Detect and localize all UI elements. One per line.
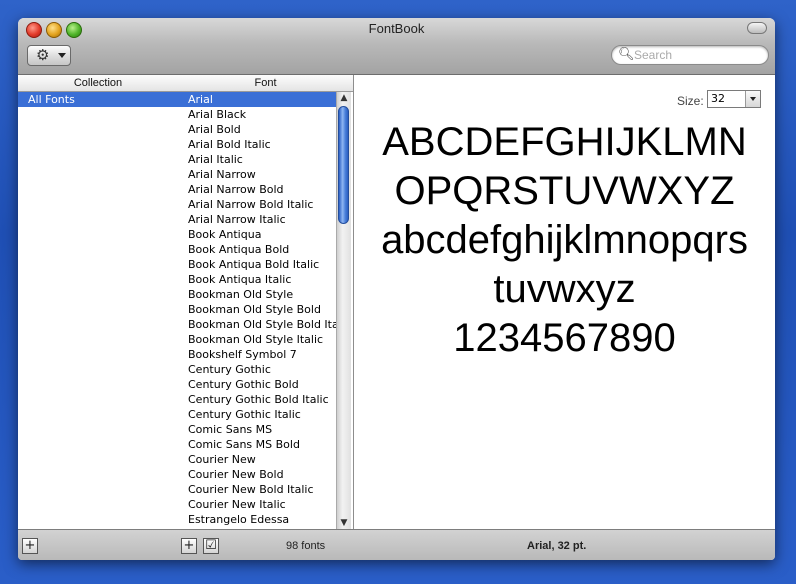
font-list-item[interactable]: Courier New: [178, 452, 336, 467]
font-list-item[interactable]: Book Antiqua Bold: [178, 242, 336, 257]
collection-item-all-fonts[interactable]: All Fonts: [18, 92, 178, 107]
scroll-up-icon[interactable]: ▲: [338, 92, 350, 104]
scrollbar-thumb[interactable]: [338, 106, 349, 224]
font-list-item[interactable]: Book Antiqua Bold Italic: [178, 257, 336, 272]
font-list-item[interactable]: Comic Sans MS: [178, 422, 336, 437]
font-list-item[interactable]: Bookman Old Style Bold Itali: [178, 317, 336, 332]
font-list-item[interactable]: Arial Bold Italic: [178, 137, 336, 152]
collection-pane: Collection All Fonts: [18, 75, 179, 529]
sample-lowercase-1: abcdefghijklmnopqrs: [381, 218, 748, 262]
fontbook-window: FontBook ⚙ 🔍︎ Collection All Fonts Font …: [18, 18, 775, 560]
size-label: Size:: [677, 94, 704, 108]
font-pane: Font Arial Arial Black Arial Bold Arial Bol…: [178, 75, 354, 529]
font-list-item[interactable]: Century Gothic Bold: [178, 377, 336, 392]
status-bar: + + ☑ 98 fonts Arial, 32 pt.: [18, 529, 775, 560]
font-preview: Size: 32 ABCDEFGHIJKLMN OPQRSTUVWXYZ abc…: [354, 75, 775, 529]
font-list-item[interactable]: Bookman Old Style Italic: [178, 332, 336, 347]
search-input[interactable]: [634, 47, 762, 63]
font-list-item[interactable]: Bookman Old Style Bold: [178, 302, 336, 317]
font-list-item[interactable]: Bookshelf Symbol 7: [178, 347, 336, 362]
font-list-item[interactable]: Arial: [178, 92, 336, 107]
font-list-item[interactable]: Arial Bold: [178, 122, 336, 137]
scroll-down-icon[interactable]: ▼: [338, 517, 350, 529]
font-list-item[interactable]: Estrangelo Edessa: [178, 512, 336, 527]
search-icon: 🔍︎: [618, 47, 635, 62]
size-dropdown-arrow-icon[interactable]: [745, 91, 760, 107]
add-font-button[interactable]: +: [181, 538, 197, 554]
font-list: Arial Arial Black Arial Bold Arial Bold Ita…: [178, 92, 336, 529]
font-list-item[interactable]: Bookman Old Style: [178, 287, 336, 302]
font-list-item[interactable]: Comic Sans MS Bold: [178, 437, 336, 452]
font-list-item[interactable]: Century Gothic Bold Italic: [178, 392, 336, 407]
font-list-item[interactable]: Courier New Italic: [178, 497, 336, 512]
font-list-item[interactable]: Courier New Bold Italic: [178, 482, 336, 497]
font-list-item[interactable]: Book Antiqua: [178, 227, 336, 242]
size-value: 32: [711, 92, 725, 105]
collection-header[interactable]: Collection: [18, 75, 178, 92]
font-list-scrollbar[interactable]: ▲ ▼: [336, 92, 351, 529]
toolbar-toggle-button[interactable]: [747, 22, 767, 34]
enable-font-checkbox-button[interactable]: ☑: [203, 538, 219, 554]
font-list-item[interactable]: Arial Narrow Bold Italic: [178, 197, 336, 212]
title-bar[interactable]: FontBook ⚙ 🔍︎: [18, 18, 775, 75]
sample-uppercase-1: ABCDEFGHIJKLMN: [382, 120, 747, 164]
gear-icon: ⚙: [36, 46, 50, 64]
font-header[interactable]: Font: [178, 75, 353, 92]
font-list-item[interactable]: Arial Narrow: [178, 167, 336, 182]
sample-lowercase-2: tuvwxyz: [493, 267, 636, 311]
font-list-item[interactable]: Arial Narrow Italic: [178, 212, 336, 227]
add-collection-button[interactable]: +: [22, 538, 38, 554]
font-list-item[interactable]: Arial Black: [178, 107, 336, 122]
chevron-down-icon: [58, 53, 66, 58]
font-list-item[interactable]: Century Gothic Italic: [178, 407, 336, 422]
search-field[interactable]: 🔍︎: [611, 45, 769, 65]
font-list-item[interactable]: Arial Italic: [178, 152, 336, 167]
sample-uppercase-2: OPQRSTUVWXYZ: [394, 169, 735, 213]
font-list-item[interactable]: Arial Narrow Bold: [178, 182, 336, 197]
selected-font-status: Arial, 32 pt.: [527, 540, 587, 552]
font-count: 98 fonts: [286, 540, 326, 552]
size-combobox[interactable]: 32: [707, 90, 761, 108]
font-list-item[interactable]: Courier New Bold: [178, 467, 336, 482]
sample-digits: 1234567890: [453, 316, 676, 360]
action-menu-button[interactable]: ⚙: [27, 45, 71, 66]
font-list-item[interactable]: Century Gothic: [178, 362, 336, 377]
font-list-item[interactable]: Book Antiqua Italic: [178, 272, 336, 287]
window-title: FontBook: [368, 21, 425, 36]
